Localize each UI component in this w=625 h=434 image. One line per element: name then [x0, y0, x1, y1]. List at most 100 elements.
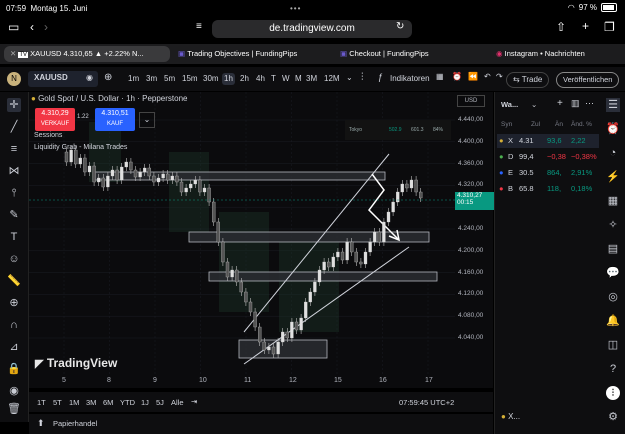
eye-icon[interactable]: ◉ — [86, 73, 93, 82]
notifications-icon[interactable]: 🔔 — [606, 314, 620, 328]
chevron-down-icon[interactable]: ⌄ — [139, 112, 155, 128]
layout-icon[interactable]: ▦ — [436, 72, 444, 81]
new-tab-icon[interactable]: + — [582, 19, 589, 33]
trade-button[interactable]: ⇆ Trade — [506, 72, 550, 88]
settings-icon[interactable]: ⚙ — [606, 410, 620, 424]
watchlist-icon[interactable]: ☰ — [606, 98, 620, 112]
add-symbol-icon[interactable]: + — [557, 98, 563, 109]
indicators-button[interactable]: Indikatoren — [390, 73, 430, 85]
brush-icon[interactable]: ✎ — [7, 208, 21, 222]
zoom-icon[interactable]: ⊕ — [7, 296, 21, 310]
sidebar-icon[interactable]: ▭ — [8, 20, 19, 34]
user-avatar[interactable]: N — [7, 72, 21, 86]
prediction-icon[interactable]: ⫯ — [7, 186, 21, 200]
tf-m[interactable]: M — [295, 73, 302, 85]
calendar-icon[interactable]: ▦ — [606, 194, 620, 208]
indicators-icon[interactable]: ƒ — [378, 72, 383, 82]
watchlist-row[interactable]: ● E 30.5 864, 2,91% — [497, 166, 599, 180]
chart-type-icon[interactable]: ⫶ — [361, 72, 364, 83]
layout-icon[interactable]: ▥ — [571, 98, 580, 109]
range-ytd[interactable]: YTD — [120, 398, 135, 407]
help-icon[interactable]: ? — [606, 362, 620, 376]
hotlist-icon[interactable]: ⚡ — [606, 170, 620, 184]
stream-icon[interactable]: ◎ — [606, 290, 620, 304]
text-icon[interactable]: T — [7, 230, 21, 244]
magnet-icon[interactable]: ∩ — [7, 318, 21, 332]
tab-instagram[interactable]: ◉ Instagram • Nachrichten — [496, 44, 621, 64]
chat-icon[interactable]: 💬 — [606, 266, 620, 280]
clock-display[interactable]: 07:59:45 UTC+2 — [399, 398, 454, 407]
publish-button[interactable]: Veröffentlichen — [556, 72, 620, 88]
undo-icon[interactable]: ↶ — [484, 72, 491, 81]
lock-drawing-icon[interactable]: ⊿ — [7, 340, 21, 354]
tf-30m[interactable]: 30m — [203, 73, 219, 85]
tab-checkout[interactable]: ▣ Checkout | FundingPips — [340, 44, 480, 64]
chevron-down-icon[interactable]: ⌄ — [346, 73, 353, 82]
tab-trading-objectives[interactable]: ▣ Trading Objectives | FundingPips — [178, 44, 328, 64]
range-alle[interactable]: Alle — [171, 398, 184, 407]
range-6m[interactable]: 6M — [103, 398, 113, 407]
tab-xauusd[interactable]: ✕ TV XAUUSD 4.310,65 ▲ +2.22% N... — [4, 46, 170, 62]
fib-icon[interactable]: ≡ — [7, 142, 21, 156]
reload-icon[interactable]: ↻ — [396, 21, 404, 32]
tf-t[interactable]: T — [271, 73, 276, 85]
trash-icon[interactable]: 🗑 — [7, 402, 21, 416]
ideas-icon[interactable]: ✧ — [606, 218, 620, 232]
range-1m[interactable]: 1M — [69, 398, 79, 407]
indicator-sessions[interactable]: Sessions — [34, 132, 62, 139]
alert-icon[interactable]: ⏰ — [452, 72, 462, 81]
tf-12m[interactable]: 12M — [324, 73, 340, 85]
data-window-icon[interactable]: ◔ — [606, 146, 620, 160]
range-3m[interactable]: 3M — [86, 398, 96, 407]
chevron-down-icon[interactable]: ⌄ — [531, 100, 537, 109]
tf-2h[interactable]: 2h — [240, 73, 249, 85]
add-symbol-icon[interactable]: ⊕ — [104, 72, 112, 83]
redo-icon[interactable]: ↷ — [496, 72, 503, 81]
order-panel-icon[interactable]: ◫ — [606, 338, 620, 352]
sell-button[interactable]: 4.310,29 VERKAUF — [35, 108, 75, 131]
trendline-icon[interactable]: ╱ — [7, 120, 21, 134]
tf-3m-month[interactable]: 3M — [306, 73, 317, 85]
back-icon[interactable]: ‹ — [30, 20, 34, 34]
range-1j[interactable]: 1J — [141, 398, 149, 407]
indicator-liquidity[interactable]: Liquidity Grab - Milana Trades — [34, 144, 127, 151]
eye-icon[interactable]: ◉ — [7, 384, 21, 398]
lock-icon[interactable]: 🔒 — [7, 362, 21, 376]
paper-trading-tab[interactable]: Papierhandel — [53, 419, 97, 428]
currency-selector[interactable]: USD — [457, 95, 485, 107]
replay-icon[interactable]: ⏪ — [468, 72, 478, 81]
tf-w[interactable]: W — [282, 73, 290, 85]
tf-3m[interactable]: 3m — [146, 73, 157, 85]
tf-1m[interactable]: 1m — [128, 73, 139, 85]
tabs-overview-icon[interactable]: ❐ — [604, 20, 615, 34]
share-icon[interactable]: ⇧ — [556, 20, 566, 34]
chart-pane[interactable]: ● Gold Spot / U.S. Dollar · 1h · Peppers… — [29, 92, 455, 388]
watchlist-row[interactable]: ● X 4.31 93,6 2,22 — [497, 134, 599, 148]
crosshair-icon[interactable]: ✛ — [7, 98, 21, 112]
tf-15m[interactable]: 15m — [182, 73, 198, 85]
watchlist-row[interactable]: ● D 99,4 −0,38 −0,38% — [497, 150, 599, 164]
multitask-dots[interactable]: ••• — [290, 4, 301, 13]
tf-4h[interactable]: 4h — [256, 73, 265, 85]
watchlist-footer[interactable]: ● X... — [501, 412, 520, 421]
forward-icon[interactable]: › — [44, 20, 48, 34]
price-axis[interactable]: USD 4.440,004.400,004.360,004.320,004.28… — [455, 92, 495, 388]
range-5t[interactable]: 5T — [53, 398, 62, 407]
more-icon[interactable]: ⋯ — [585, 98, 594, 109]
reader-icon[interactable]: ≡ — [196, 21, 202, 32]
buy-button[interactable]: 4.310,51 KAUF — [95, 108, 135, 131]
apps-icon[interactable]: ⁝ — [606, 386, 620, 400]
range-5j[interactable]: 5J — [156, 398, 164, 407]
watchlist-row[interactable]: ● B 65.8 118, 0,18% — [497, 182, 599, 196]
address-bar[interactable]: de.tradingview.com — [212, 20, 412, 38]
alerts-icon[interactable]: ⏰ — [606, 122, 620, 136]
news-icon[interactable]: ▤ — [606, 242, 620, 256]
range-1t[interactable]: 1T — [37, 398, 46, 407]
panel-arrow-icon[interactable]: ⬆ — [37, 418, 45, 429]
goto-date-icon[interactable]: ⇥ — [191, 397, 197, 406]
time-axis[interactable]: 5 8 9 10 11 12 15 16 17 — [29, 376, 455, 388]
watchlist-title[interactable]: Wa... — [501, 100, 518, 109]
emoji-icon[interactable]: ☺ — [7, 252, 21, 266]
tf-1h[interactable]: 1h — [222, 73, 235, 85]
ruler-icon[interactable]: 📏 — [7, 274, 21, 288]
